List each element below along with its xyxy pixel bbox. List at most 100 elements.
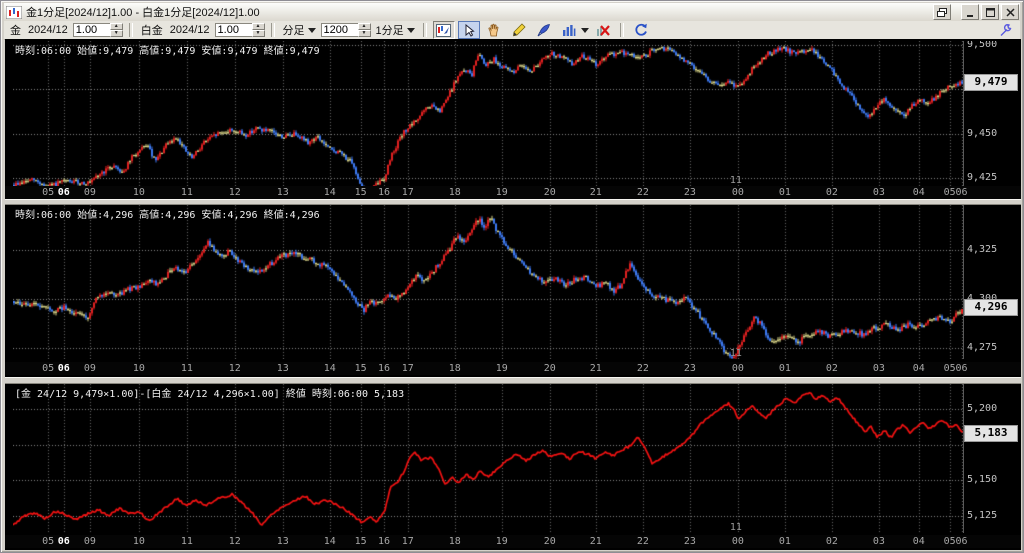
float-window-button[interactable] [933, 4, 951, 20]
x-axis-tick: 20 [543, 363, 556, 374]
chart-area: 時刻:06:00 始値:9,479 高値:9,479 安値:9,479 終値:9… [5, 39, 1021, 550]
close-button[interactable] [1001, 4, 1019, 20]
toolbar: 金 2024/12 ▲▼ 白金 2024/12 ▲▼ 分足 ▲▼ 1分足 [4, 21, 1020, 40]
x-axis-tick: 19 [495, 536, 508, 547]
title-bar[interactable]: 金1分足[2024/12]1.00 - 白金1分足[2024/12]1.00 [4, 3, 1020, 21]
x-axis-tick: 14 [323, 363, 336, 374]
bar-count-input[interactable] [320, 23, 358, 37]
platinum-x-axis: 05 06 09 10 11 12 13 14 15 16 17 18 19 20 21 22 23 00 01 02… [5, 362, 1021, 375]
x-axis-tick: 09 [83, 363, 96, 374]
x-axis-tick: 09 [83, 187, 96, 198]
x-axis-tick: 06 [57, 187, 70, 198]
x-axis-tick: 23 [683, 536, 696, 547]
gold-multiplier-input[interactable] [72, 23, 110, 37]
select-tool-button[interactable] [457, 21, 480, 39]
x-axis-tick: 04 [912, 363, 925, 374]
x-axis-tick: 10 [132, 187, 145, 198]
x-axis-tick: 01 [778, 363, 791, 374]
x-axis-tick: 03 [872, 187, 885, 198]
x-axis-tick: 16 [377, 187, 390, 198]
app-window: 金1分足[2024/12]1.00 - 白金1分足[2024/12]1.00 金… [0, 0, 1024, 553]
chart-mode-button[interactable] [432, 21, 455, 39]
chart-mode-icon [436, 23, 452, 37]
spread-y-axis: 5,183 5,200 5,150 5,125 [964, 384, 1020, 533]
chevron-down-icon[interactable] [580, 27, 589, 33]
pencil-tool-button[interactable] [508, 21, 530, 39]
gold-month-label[interactable]: 2024/12 [26, 24, 70, 36]
window-chart-icon [6, 5, 22, 19]
maximize-button[interactable] [981, 4, 999, 20]
platinum-multiplier-spin-buttons[interactable]: ▲ ▼ [251, 23, 265, 37]
platinum-month-label[interactable]: 2024/12 [168, 24, 212, 36]
wrench-icon [1000, 23, 1012, 36]
platinum-price-badge: 4,296 [964, 298, 1018, 316]
x-axis-tick: 04 [912, 536, 925, 547]
bar-count-spinner: ▲▼ [320, 23, 371, 37]
x-axis-tick: 05 [42, 536, 55, 547]
pan-tool-button[interactable] [483, 21, 505, 39]
x-axis-tick: 17 [401, 536, 414, 547]
platinum-multiplier-input[interactable] [214, 23, 252, 37]
x-axis-tick: 20 [543, 187, 556, 198]
platinum-y-axis: 4,296 4,3254,3004,275 [964, 205, 1020, 359]
spread-chart-canvas[interactable] [13, 384, 963, 533]
x-axis-tick: 22 [636, 363, 649, 374]
pen-tool-button[interactable] [533, 21, 555, 39]
minimize-button[interactable] [961, 4, 979, 20]
y-axis-label: 5,150 [967, 474, 998, 486]
settings-wrench-button[interactable] [994, 21, 1016, 39]
x-axis-tick: 18 [448, 187, 461, 198]
x-axis-tick: 22 [636, 187, 649, 198]
toolbar-separator [619, 23, 624, 37]
gold-multiplier-spin-buttons[interactable]: ▲ ▼ [109, 23, 123, 37]
x-axis-tick: 05 [42, 363, 55, 374]
x-axis-tick: 18 [448, 363, 461, 374]
period-type-dropdown[interactable]: 分足 [281, 22, 318, 38]
x-axis-tick: 21 [589, 363, 602, 374]
window-title: 金1分足[2024/12]1.00 - 白金1分足[2024/12]1.00 [26, 7, 260, 19]
x-axis-tick: 06 [955, 363, 968, 374]
x-axis-tick: 15 [354, 536, 367, 547]
y-axis-label: 9,450 [967, 127, 998, 139]
platinum-info-line: 時刻:06:00 始値:4,296 高値:4,296 安値:4,296 終値:4… [15, 210, 320, 221]
clear-indicators-icon [596, 24, 610, 36]
x-axis-tick: 23 [683, 363, 696, 374]
x-axis-tick: 14 [323, 536, 336, 547]
timeframe-dropdown[interactable]: 1分足 [374, 22, 417, 38]
indicator-chart-button[interactable] [558, 21, 580, 39]
x-axis-tick: 01 [778, 187, 791, 198]
x-axis-tick: 21 [589, 187, 602, 198]
bar-count-spin-buttons[interactable]: ▲ ▼ [357, 23, 371, 37]
x-axis-tick: 13 [276, 363, 289, 374]
spread-plot[interactable]: [金 24/12 9,479×1.00]-[白金 24/12 4,296×1.0… [13, 384, 964, 533]
refresh-button[interactable] [630, 21, 652, 39]
x-axis-tick: 00 [731, 536, 744, 547]
chevron-down-icon [406, 27, 415, 33]
x-axis-tick: 15 [354, 363, 367, 374]
x-axis-tick: 06 [955, 187, 968, 198]
toolbar-separator [422, 23, 427, 37]
platinum-chart-canvas[interactable] [13, 205, 963, 359]
spread-info-line: [金 24/12 9,479×1.00]-[白金 24/12 4,296×1.0… [15, 389, 405, 400]
x-axis-tick: 12 [228, 363, 241, 374]
gold-plot[interactable]: 時刻:06:00 始値:9,479 高値:9,479 安値:9,479 終値:9… [13, 41, 964, 186]
x-axis-tick: 12 [228, 187, 241, 198]
x-axis-tick: 10 [132, 363, 145, 374]
platinum-plot[interactable]: 時刻:06:00 始値:4,296 高値:4,296 安値:4,296 終値:4… [13, 205, 964, 359]
clear-indicators-button[interactable] [592, 21, 614, 39]
y-axis-label: 5,125 [967, 509, 998, 521]
x-axis-tick: 19 [495, 363, 508, 374]
timeframe-label: 1分足 [375, 25, 404, 37]
y-axis-label: 4,275 [967, 342, 998, 354]
gold-chart-panel: 時刻:06:00 始値:9,479 高値:9,479 安値:9,479 終値:9… [5, 39, 1021, 199]
gold-chart-canvas[interactable] [13, 41, 963, 186]
x-axis-tick: 05 [943, 187, 956, 198]
x-axis-tick: 20 [543, 536, 556, 547]
y-axis-label: 9,425 [967, 171, 998, 183]
x-axis-tick: 00 [731, 187, 744, 198]
x-axis-tick: 17 [401, 363, 414, 374]
pen-icon [537, 24, 550, 37]
y-axis-label: 5,200 [967, 402, 998, 414]
x-axis-tick: 18 [448, 536, 461, 547]
x-axis-tick: 13 [276, 536, 289, 547]
